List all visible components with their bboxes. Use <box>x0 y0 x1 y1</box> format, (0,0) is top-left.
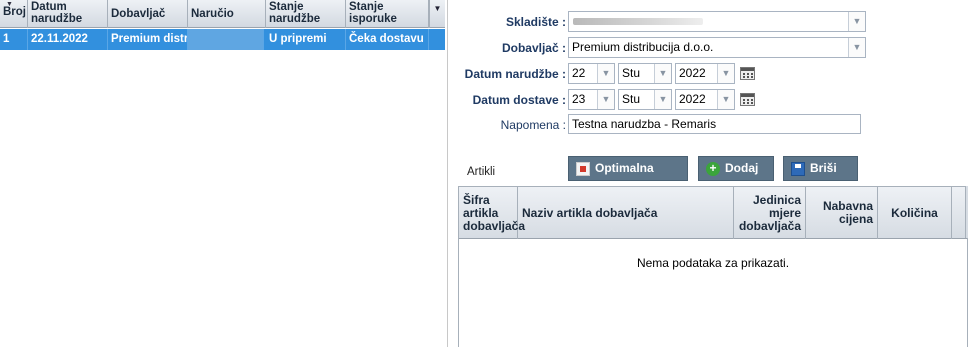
chevron-down-icon[interactable]: ▼ <box>597 64 614 83</box>
napomena-label: Napomena : <box>500 118 566 132</box>
calendar-icon[interactable] <box>740 93 755 106</box>
chevron-down-icon[interactable]: ▼ <box>848 12 865 31</box>
chevron-down-icon[interactable]: ▼ <box>848 38 865 57</box>
napomena-input[interactable]: Testna narudzba - Remaris <box>568 114 861 134</box>
orders-grid-header: ▼ Broj Datum narudžbe Dobavljač Naručio … <box>0 0 445 28</box>
datum-narudzbe-day[interactable]: 22 ▼ <box>568 63 615 84</box>
chevron-down-icon[interactable]: ▼ <box>654 90 671 109</box>
cell-stanje-isporuke: Čeka dostavu <box>346 29 429 50</box>
optimalna-zaliha-button[interactable]: Optimalna zaliha <box>568 156 688 198</box>
save-delete-icon <box>791 162 805 176</box>
column-menu-icon[interactable]: ▼ <box>429 0 445 28</box>
skladiste-label: Skladište : <box>505 15 566 29</box>
dodaj-button[interactable]: + Dodaj <box>698 156 774 181</box>
articles-grid-header: Šifra artikla dobavljača Naziv artikla d… <box>459 187 967 239</box>
col-header-stanje-isporuke[interactable]: Stanje isporuke <box>346 0 429 28</box>
chevron-down-icon[interactable]: ▼ <box>717 90 734 109</box>
cell-broj: 1 <box>0 29 28 50</box>
chevron-down-icon[interactable]: ▼ <box>717 64 734 83</box>
cell-dobavljac: Premium distr… <box>108 29 188 50</box>
col-header-naziv[interactable]: Naziv artikla dobavljača <box>518 187 734 239</box>
cell-datum: 22.11.2022 <box>28 29 108 50</box>
chevron-down-icon[interactable]: ▼ <box>597 90 614 109</box>
datum-narudzbe-year[interactable]: 2022 ▼ <box>675 63 735 84</box>
col-header-stanje-narudzbe[interactable]: Stanje narudžbe <box>266 0 346 28</box>
orders-grid: ▼ Broj Datum narudžbe Dobavljač Naručio … <box>0 0 448 347</box>
datum-dostave-month[interactable]: Stu ▼ <box>618 89 672 110</box>
skladiste-value-redacted <box>573 18 703 25</box>
empty-message: Nema podataka za prikazati. <box>636 256 790 270</box>
datum-dostave-label: Datum dostave : <box>472 93 566 107</box>
optimal-stock-icon <box>576 162 590 176</box>
articles-grid: Šifra artikla dobavljača Naziv artikla d… <box>458 186 968 347</box>
col-header-nabavna[interactable]: Nabavna cijena <box>806 187 878 239</box>
col-header-jedinica[interactable]: Jedinica mjere dobavljača <box>734 187 806 239</box>
cell-narucio <box>188 29 264 50</box>
col-header-datum[interactable]: Datum narudžbe <box>28 0 108 28</box>
grid-scroll-edge <box>965 186 968 238</box>
datum-narudzbe-label: Datum narudžbe : <box>464 67 566 81</box>
col-header-narucio[interactable]: Naručio <box>188 0 266 28</box>
col-header-dobavljac[interactable]: Dobavljač <box>108 0 188 28</box>
calendar-icon[interactable] <box>740 67 755 80</box>
datum-dostave-year[interactable]: 2022 ▼ <box>675 89 735 110</box>
dobavljac-select[interactable]: Premium distribucija d.o.o. ▼ <box>568 37 866 58</box>
chevron-down-icon[interactable]: ▼ <box>654 64 671 83</box>
cell-stanje-narudzbe: U pripremi <box>266 29 346 50</box>
col-header-sifra[interactable]: Šifra artikla dobavljača <box>459 187 525 239</box>
artikli-label: Artikli <box>467 166 496 178</box>
add-icon: + <box>706 162 720 176</box>
col-header-kolicina[interactable]: Količina <box>878 187 952 239</box>
datum-narudzbe-month[interactable]: Stu ▼ <box>618 63 672 84</box>
skladiste-select[interactable]: ▼ <box>568 11 866 32</box>
brisi-button[interactable]: Briši <box>783 156 858 181</box>
datum-dostave-day[interactable]: 23 ▼ <box>568 89 615 110</box>
table-row[interactable]: 1 22.11.2022 Premium distr… U pripremi Č… <box>0 29 445 50</box>
col-header-broj[interactable]: ▼ Broj <box>0 0 28 28</box>
dobavljac-label: Dobavljač : <box>501 41 566 55</box>
